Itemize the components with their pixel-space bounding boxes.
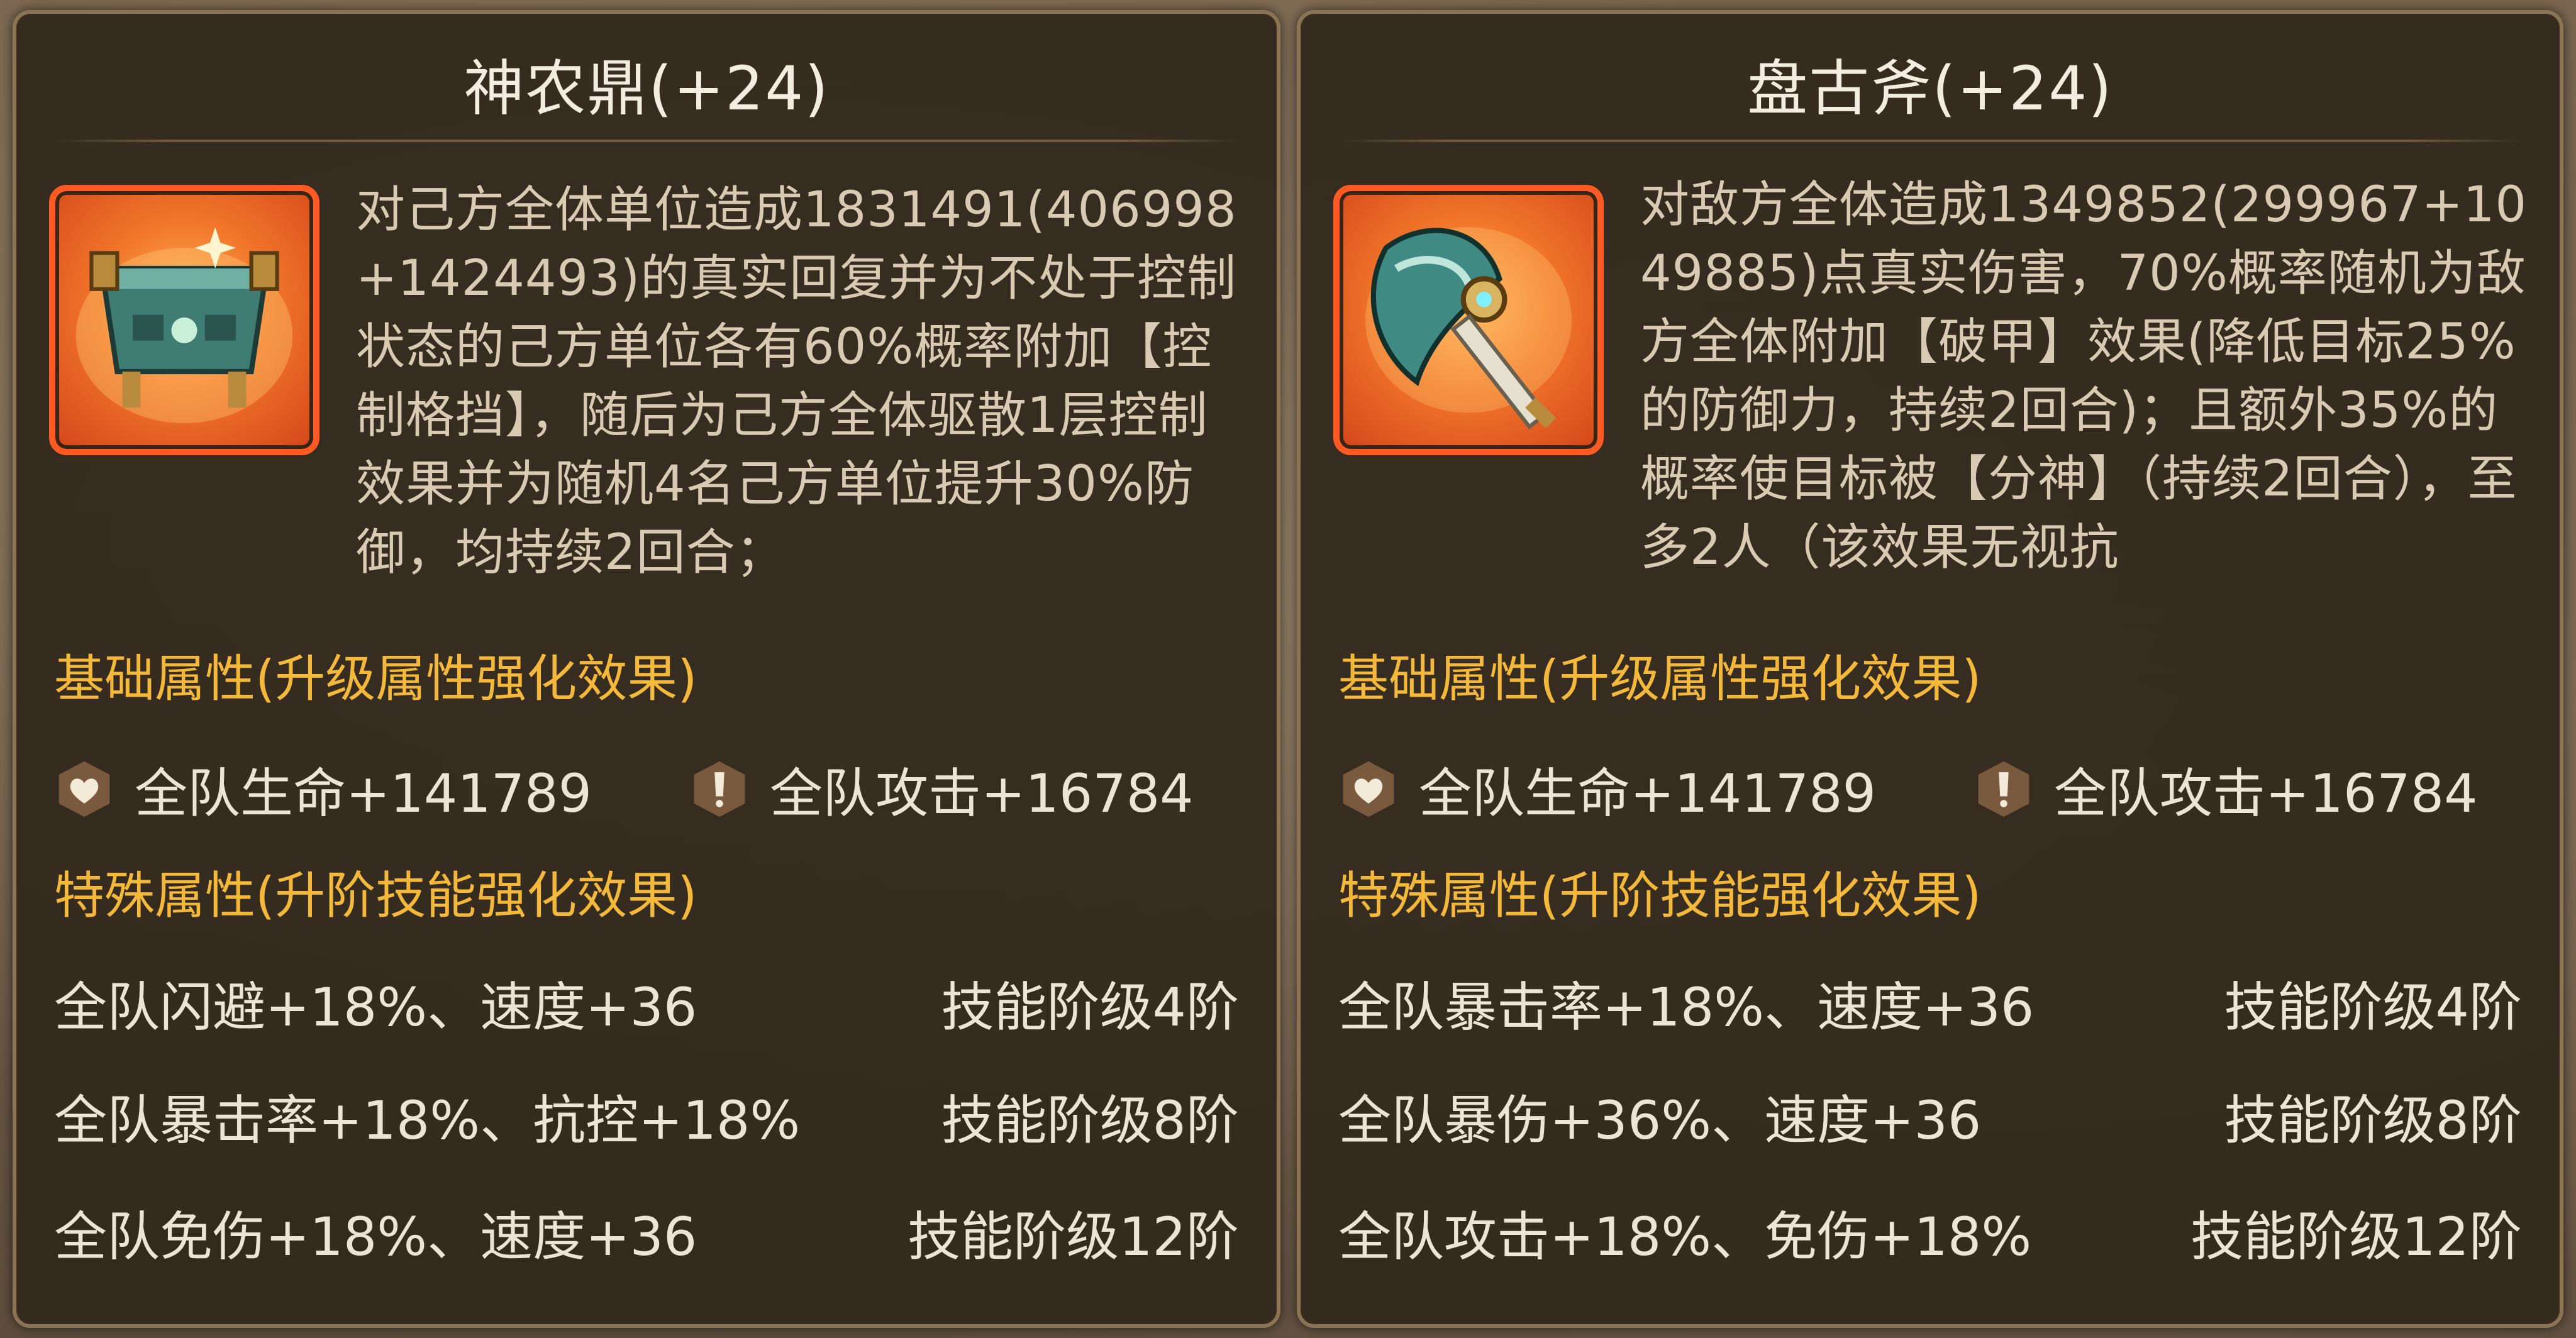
team-attack-value: 全队攻击+16784: [2054, 762, 2478, 824]
attack-icon: [1978, 761, 2029, 817]
artifact-panel-shennong: 神农鼎(+24) 对己方全体单位造成1831491(406998+1424493…: [13, 10, 1280, 1328]
team-hp-value: 全队生命+141789: [135, 762, 592, 824]
team-hp-stat: 全队生命+141789: [54, 759, 592, 824]
special-effect: 全队暴击率+18%、速度+36: [1338, 976, 2035, 1038]
artifact-description: 对己方全体单位造成1831491(406998+1424493)的真实回复并为不…: [356, 182, 1237, 581]
skill-tier-requirement: 技能阶级8阶: [2224, 1090, 2522, 1151]
special-stat-row: 全队闪避+18%、速度+36 技能阶级4阶: [54, 973, 1239, 1042]
artifact-title: 盘古斧(+24): [1747, 53, 2113, 124]
team-attack-value: 全队攻击+16784: [770, 762, 1194, 824]
special-stat-row: 全队攻击+18%、免伤+18% 技能阶级12阶: [1338, 1202, 2522, 1271]
skill-tier-requirement: 技能阶级12阶: [908, 1206, 1239, 1268]
special-stat-row: 全队暴击率+18%、抗控+18% 技能阶级8阶: [54, 1086, 1239, 1155]
special-stat-row: 全队暴伤+36%、速度+36 技能阶级8阶: [1338, 1086, 2522, 1155]
special-effect: 全队暴击率+18%、抗控+18%: [54, 1090, 801, 1151]
team-attack-stat: 全队攻击+16784: [689, 759, 1194, 824]
team-hp-value: 全队生命+141789: [1419, 762, 1877, 824]
title-divider: [1338, 140, 2522, 142]
skill-tier-requirement: 技能阶级4阶: [941, 976, 1239, 1038]
heart-icon: [58, 761, 110, 817]
special-effect: 全队攻击+18%、免伤+18%: [1338, 1206, 2032, 1268]
attack-icon: [694, 761, 745, 817]
artifact-description: 对敌方全体造成1349852(299967+1049885)点真实伤害，70%概…: [1640, 177, 2528, 576]
artifact-title: 神农鼎(+24): [464, 53, 830, 124]
special-attributes-heading: 特殊属性(升阶技能强化效果): [1338, 866, 1982, 925]
special-attributes-heading: 特殊属性(升阶技能强化效果): [54, 866, 697, 925]
team-hp-stat: 全队生命+141789: [1338, 759, 1876, 824]
skill-tier-requirement: 技能阶级4阶: [2224, 976, 2522, 1038]
battle-axe-icon[interactable]: [1333, 185, 1604, 455]
basic-attributes-heading: 基础属性(升级属性强化效果): [54, 650, 697, 708]
special-effect: 全队闪避+18%、速度+36: [54, 976, 697, 1038]
special-stat-row: 全队暴击率+18%、速度+36 技能阶级4阶: [1338, 973, 2522, 1042]
special-effect: 全队免伤+18%、速度+36: [54, 1206, 697, 1268]
basic-attributes-heading: 基础属性(升级属性强化效果): [1338, 650, 1982, 708]
heart-icon: [1343, 761, 1394, 817]
bronze-cauldron-icon[interactable]: [49, 185, 319, 455]
skill-tier-requirement: 技能阶级8阶: [941, 1090, 1239, 1151]
artifact-panel-pangu: 盘古斧(+24) 对敌方全体造成1349852(299967+1049885)点…: [1297, 10, 2563, 1328]
title-divider: [54, 140, 1239, 142]
special-stat-row: 全队免伤+18%、速度+36 技能阶级12阶: [54, 1202, 1239, 1271]
skill-tier-requirement: 技能阶级12阶: [2190, 1206, 2522, 1268]
team-attack-stat: 全队攻击+16784: [1974, 759, 2478, 824]
special-effect: 全队暴伤+36%、速度+36: [1338, 1090, 1982, 1151]
